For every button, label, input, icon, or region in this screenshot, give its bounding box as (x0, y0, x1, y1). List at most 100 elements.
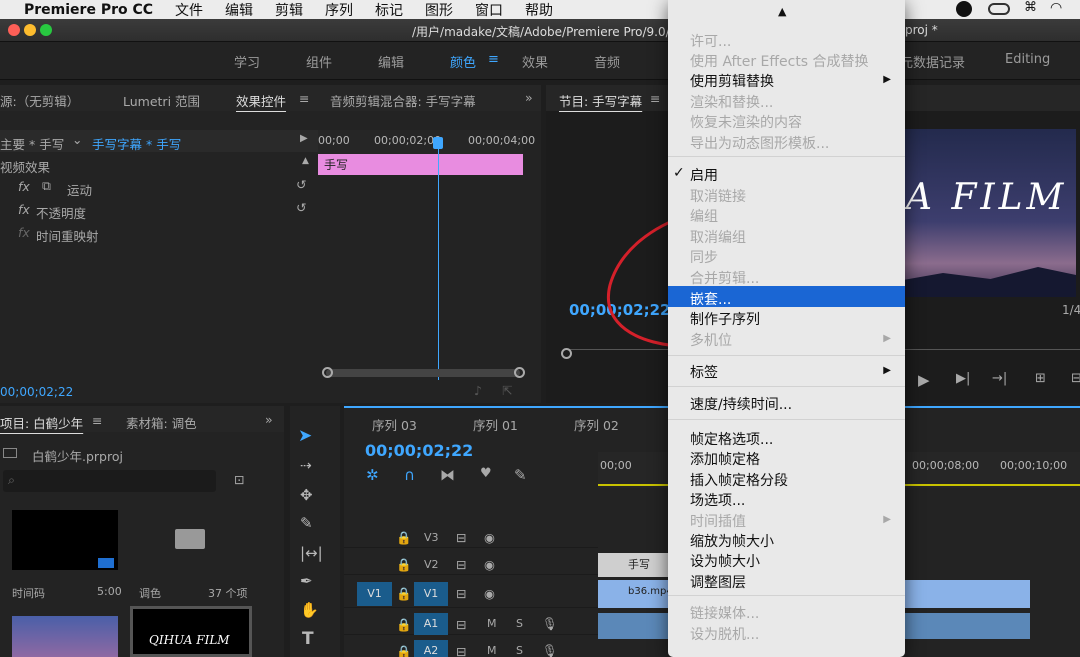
workspace-assembly[interactable]: 组件 (306, 52, 332, 71)
menu-window[interactable]: 窗口 (475, 0, 503, 20)
extract-icon[interactable]: ⊟ (1071, 371, 1080, 386)
scroll-handle-right[interactable] (514, 367, 525, 378)
workspace-menu-icon[interactable]: ≡ (488, 52, 499, 67)
ec-timecode[interactable]: 00;00;02;22 (0, 385, 73, 399)
menu-edit[interactable]: 编辑 (225, 0, 253, 20)
lift-icon[interactable]: ⊞ (1035, 371, 1046, 386)
sync-lock-icon[interactable]: ⊟ (456, 530, 466, 545)
panel-menu-icon[interactable]: ≡ (299, 91, 309, 106)
clip-name-label[interactable]: 手写字幕 * 手写 (92, 134, 181, 153)
mute-icon[interactable]: M (487, 617, 497, 630)
tab-project[interactable]: 项目: 白鹤少年 (0, 413, 83, 432)
eye-icon[interactable]: ◉ (484, 586, 495, 601)
bluetooth-icon[interactable]: ⌘ (1024, 0, 1037, 15)
timeline-timecode[interactable]: 00;00;02;22 (365, 441, 473, 460)
add-marker-icon[interactable]: ♥ (480, 466, 492, 481)
workspace-audio[interactable]: 音频 (594, 52, 620, 71)
audio-icon[interactable]: ♪ (474, 383, 482, 398)
context-menu-item[interactable]: 场选项... (690, 490, 745, 510)
reset-icon[interactable]: ↺ (296, 177, 306, 192)
context-menu-item[interactable]: 设为帧大小 (690, 551, 760, 571)
workspace-learn[interactable]: 学习 (234, 52, 260, 71)
timeline-clip-title[interactable]: 手写 (598, 553, 678, 577)
ec-zoom-scrollbar[interactable] (326, 369, 520, 377)
effect-row[interactable]: fx ⧉ 运动 ↺ (0, 176, 318, 198)
ec-ruler[interactable]: 00;00 00;00;02;00 00;00;04;00 (318, 130, 535, 154)
wrench-icon[interactable]: ✎ (514, 466, 527, 484)
selection-tool-icon[interactable]: ➤ (298, 426, 312, 446)
sync-lock-icon[interactable]: ⊟ (456, 617, 466, 632)
reset-icon[interactable]: ↺ (296, 200, 306, 215)
project-search-input[interactable]: ⌕ (3, 470, 216, 492)
solo-icon[interactable]: S (516, 644, 523, 657)
fx-icon[interactable]: fx (18, 225, 30, 240)
slip-icon[interactable]: |↔| (300, 544, 323, 562)
track-label-a1[interactable]: A1 (414, 613, 448, 635)
nest-toggle-icon[interactable]: ✲ (366, 466, 379, 484)
lock-icon[interactable]: 🔒 (396, 644, 412, 657)
menu-file[interactable]: 文件 (175, 0, 203, 20)
play-icon[interactable]: ▶ (918, 371, 930, 389)
tab-lumetri[interactable]: Lumetri 范围 (123, 91, 200, 110)
program-video-frame[interactable]: A FILM (886, 129, 1076, 297)
hand-icon[interactable]: ✋ (300, 601, 319, 619)
context-menu-item[interactable]: 标签 (690, 362, 718, 382)
effect-row[interactable]: fx 不透明度 ↺ (0, 199, 318, 221)
mute-icon[interactable]: M (487, 644, 497, 657)
context-menu-item[interactable]: 启用 (690, 165, 718, 185)
sync-lock-icon[interactable]: ⊟ (456, 557, 466, 572)
source-patch-v1[interactable]: V1 (357, 582, 392, 606)
clip-thumbnail[interactable] (12, 616, 118, 657)
menu-sequence[interactable]: 序列 (325, 0, 353, 20)
close-window-icon[interactable] (8, 24, 20, 36)
overflow-icon[interactable]: » (525, 90, 533, 105)
context-menu-item[interactable]: 制作子序列 (690, 309, 760, 329)
minimize-window-icon[interactable] (24, 24, 36, 36)
linked-select-icon[interactable]: ⧓ (440, 466, 455, 484)
collapse-icon[interactable]: ▲ (302, 156, 309, 166)
master-clip-label[interactable]: 主要 * 手写 (0, 134, 64, 153)
tab-effect-controls[interactable]: 效果控件 (236, 91, 286, 110)
go-to-out-icon[interactable]: →| (992, 371, 1007, 386)
workspace-editing[interactable]: 编辑 (378, 52, 404, 71)
status-icon[interactable] (956, 1, 972, 17)
sync-lock-icon[interactable]: ⊟ (456, 586, 466, 601)
context-menu-item[interactable]: 速度/持续时间... (690, 394, 792, 414)
track-label-v1[interactable]: V1 (414, 582, 448, 606)
program-title[interactable]: 节目: 手写字幕 (559, 91, 642, 110)
effect-row[interactable]: fx 时间重映射 (0, 222, 318, 244)
snap-icon[interactable]: ∩ (404, 466, 415, 484)
context-menu-item[interactable]: 嵌套... (690, 289, 731, 309)
sequence-thumbnail[interactable] (12, 510, 118, 570)
microphone-icon[interactable]: 🎙 (542, 643, 558, 657)
overflow-icon[interactable]: » (265, 412, 273, 427)
panel-menu-icon[interactable]: ≡ (650, 91, 660, 106)
track-label-a2[interactable]: A2 (414, 640, 448, 657)
tab-sequence-02[interactable]: 序列 02 (574, 415, 619, 434)
wifi-icon[interactable]: ◠ (1050, 0, 1062, 16)
context-menu-item[interactable]: 插入帧定格分段 (690, 470, 788, 490)
context-menu-item[interactable]: 使用剪辑替换 (690, 71, 774, 91)
fx-icon[interactable]: fx (18, 179, 30, 194)
menu-graphics[interactable]: 图形 (425, 0, 453, 20)
panel-menu-icon[interactable]: ≡ (92, 413, 102, 428)
app-menu[interactable]: Premiere Pro CC (24, 2, 153, 18)
playhead-handle[interactable] (433, 137, 443, 149)
fx-icon[interactable]: fx (18, 202, 30, 217)
tab-sequence-01[interactable]: 序列 01 (473, 415, 518, 434)
tab-bin[interactable]: 素材箱: 调色 (126, 413, 197, 432)
eye-icon[interactable]: ◉ (484, 530, 495, 545)
ec-clip-bar[interactable]: 手写 (318, 154, 523, 175)
scroll-up-icon[interactable]: ▲ (778, 5, 786, 18)
pen-icon[interactable]: ✒ (300, 572, 313, 590)
lock-icon[interactable]: 🔒 (396, 530, 412, 546)
ripple-edit-icon[interactable]: ✥ (300, 486, 313, 504)
sync-lock-icon[interactable]: ⊟ (456, 644, 466, 657)
microphone-icon[interactable]: 🎙 (542, 616, 558, 632)
text-tool-icon[interactable]: T (302, 629, 314, 649)
razor-icon[interactable]: ✎ (300, 514, 313, 532)
context-menu-item[interactable]: 调整图层 (690, 572, 746, 592)
lock-icon[interactable]: 🔒 (396, 586, 412, 602)
workspace-editing-2[interactable]: Editing (1005, 52, 1050, 67)
menu-marker[interactable]: 标记 (375, 0, 403, 20)
